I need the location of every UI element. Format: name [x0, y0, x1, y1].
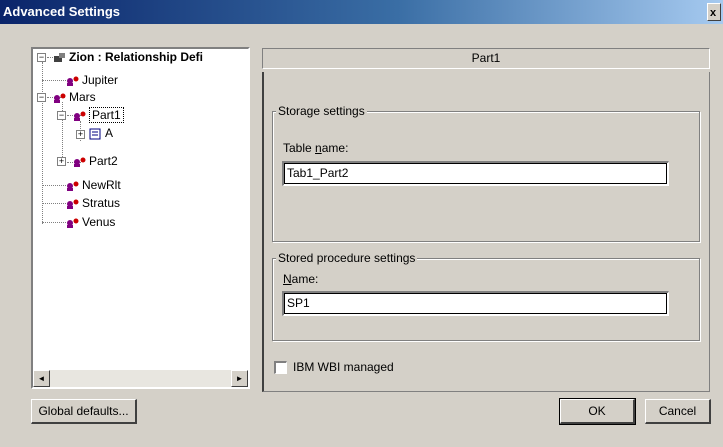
tree-node-mars[interactable]: Mars — [53, 89, 96, 105]
cancel-button[interactable]: Cancel — [645, 399, 711, 424]
tree-node-venus[interactable]: Venus — [66, 214, 115, 230]
role-icon — [67, 181, 79, 191]
scroll-left-icon[interactable]: ◄ — [33, 370, 50, 387]
table-name-label: Table name: — [283, 141, 349, 155]
tree-node-label: Part2 — [89, 154, 118, 168]
attribute-icon — [89, 128, 101, 140]
tree-line — [42, 185, 66, 186]
tree-node-label: Stratus — [82, 196, 121, 210]
tree-line — [42, 222, 66, 223]
role-icon — [74, 157, 86, 167]
tree-expander-mars[interactable]: − — [37, 93, 46, 102]
tree-node-part1[interactable]: Part1 — [73, 107, 124, 123]
procedure-settings-title: Stored procedure settings — [276, 251, 418, 265]
selected-item-header: Part1 — [262, 48, 710, 69]
tree-node-newrlt[interactable]: NewRlt — [66, 177, 121, 193]
storage-settings-title: Storage settings — [276, 104, 367, 118]
role-icon — [74, 111, 86, 121]
relationship-tree[interactable]: − Zion : Relationship Defi Jupiter − Mar… — [31, 47, 250, 389]
close-button[interactable]: x — [707, 3, 721, 21]
tree-node-label: Venus — [82, 215, 116, 229]
tree-node-a[interactable]: A — [89, 125, 113, 141]
tree-node-label: Part1 — [89, 107, 124, 123]
tree-node-root[interactable]: Zion : Relationship Defi — [53, 49, 203, 65]
tree-line — [42, 62, 43, 224]
scroll-right-icon[interactable]: ► — [231, 370, 248, 387]
procedure-name-field[interactable]: SP1 — [282, 291, 669, 316]
tree-node-label: A — [105, 126, 114, 140]
tree-node-label: Jupiter — [82, 73, 119, 87]
tree-expander-part1[interactable]: − — [57, 111, 66, 120]
relationship-icon — [54, 52, 65, 62]
tree-expander-part2[interactable]: + — [57, 157, 66, 166]
settings-panel: Storage settings Table name: Tab1_Part2 … — [262, 72, 710, 392]
tree-expander-root[interactable]: − — [37, 53, 46, 62]
ok-button[interactable]: OK — [559, 398, 636, 425]
tree-expander-a[interactable]: + — [76, 130, 85, 139]
tree-node-stratus[interactable]: Stratus — [66, 195, 120, 211]
tree-node-label: Zion : Relationship Defi — [69, 50, 203, 64]
tree-node-label: NewRlt — [82, 178, 121, 192]
title-bar: Advanced Settings x — [0, 0, 723, 24]
tree-horizontal-scrollbar[interactable]: ◄ ► — [33, 370, 248, 387]
tree-node-part2[interactable]: Part2 — [73, 153, 118, 169]
ibm-wbi-managed-label: IBM WBI managed — [293, 360, 394, 374]
tree-node-jupiter[interactable]: Jupiter — [66, 72, 118, 88]
global-defaults-button[interactable]: Global defaults... — [31, 399, 137, 424]
table-name-field[interactable]: Tab1_Part2 — [282, 161, 669, 186]
tree-node-label: Mars — [69, 90, 96, 104]
role-icon — [67, 199, 79, 209]
procedure-name-label: Name: — [283, 272, 319, 286]
window-title: Advanced Settings — [3, 4, 121, 19]
role-icon — [54, 93, 66, 103]
role-icon — [67, 218, 79, 228]
tree-line — [42, 203, 66, 204]
ibm-wbi-managed-checkbox[interactable] — [274, 361, 287, 374]
role-icon — [67, 76, 79, 86]
tree-line — [42, 80, 66, 81]
